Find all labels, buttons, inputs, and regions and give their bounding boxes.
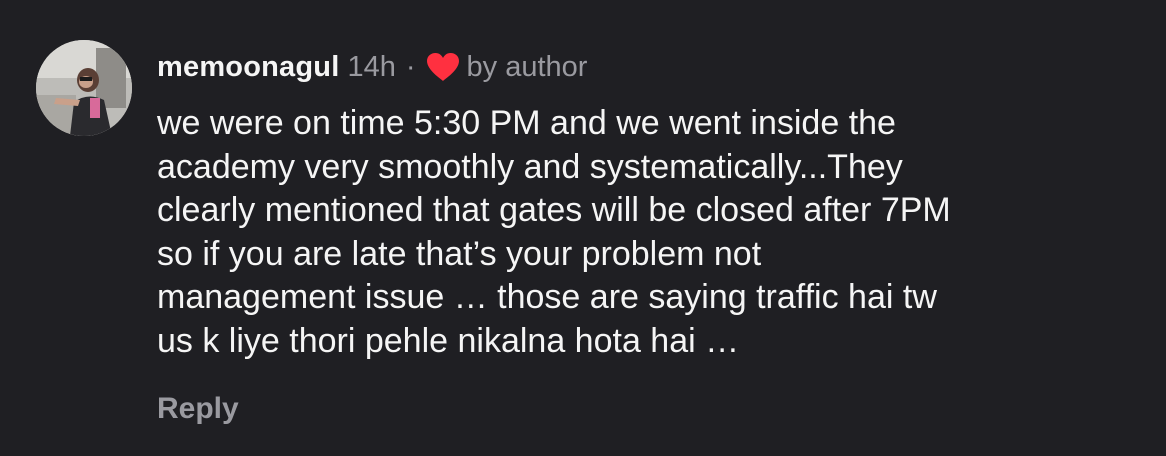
comment-text-line: us k liye thori pehle nikalna hota hai …: [157, 321, 740, 360]
comment-text-line: so if you are late that’s your problem n…: [157, 234, 762, 273]
heart-icon: [426, 52, 460, 82]
comment-text-line: we were on time 5:30 PM and we went insi…: [157, 104, 896, 142]
comment-item: memoonagul 14h · by author we were on ti…: [0, 0, 1166, 456]
liked-by-author-label: by author: [466, 50, 588, 83]
separator-dot: ·: [405, 50, 416, 83]
avatar[interactable]: [36, 40, 132, 136]
timestamp: 14h: [347, 50, 396, 83]
comment-text-line: clearly mentioned that gates will be clo…: [157, 191, 951, 229]
comment-text-line: management issue … those are saying traf…: [157, 278, 937, 316]
comment-text: we were on time 5:30 PM and we went insi…: [157, 102, 1147, 363]
username[interactable]: memoonagul: [157, 51, 339, 84]
comment-header: memoonagul 14h · by author: [157, 46, 587, 88]
reply-button[interactable]: Reply: [157, 392, 239, 426]
comment-text-line: academy very smoothly and systematically…: [157, 147, 903, 186]
